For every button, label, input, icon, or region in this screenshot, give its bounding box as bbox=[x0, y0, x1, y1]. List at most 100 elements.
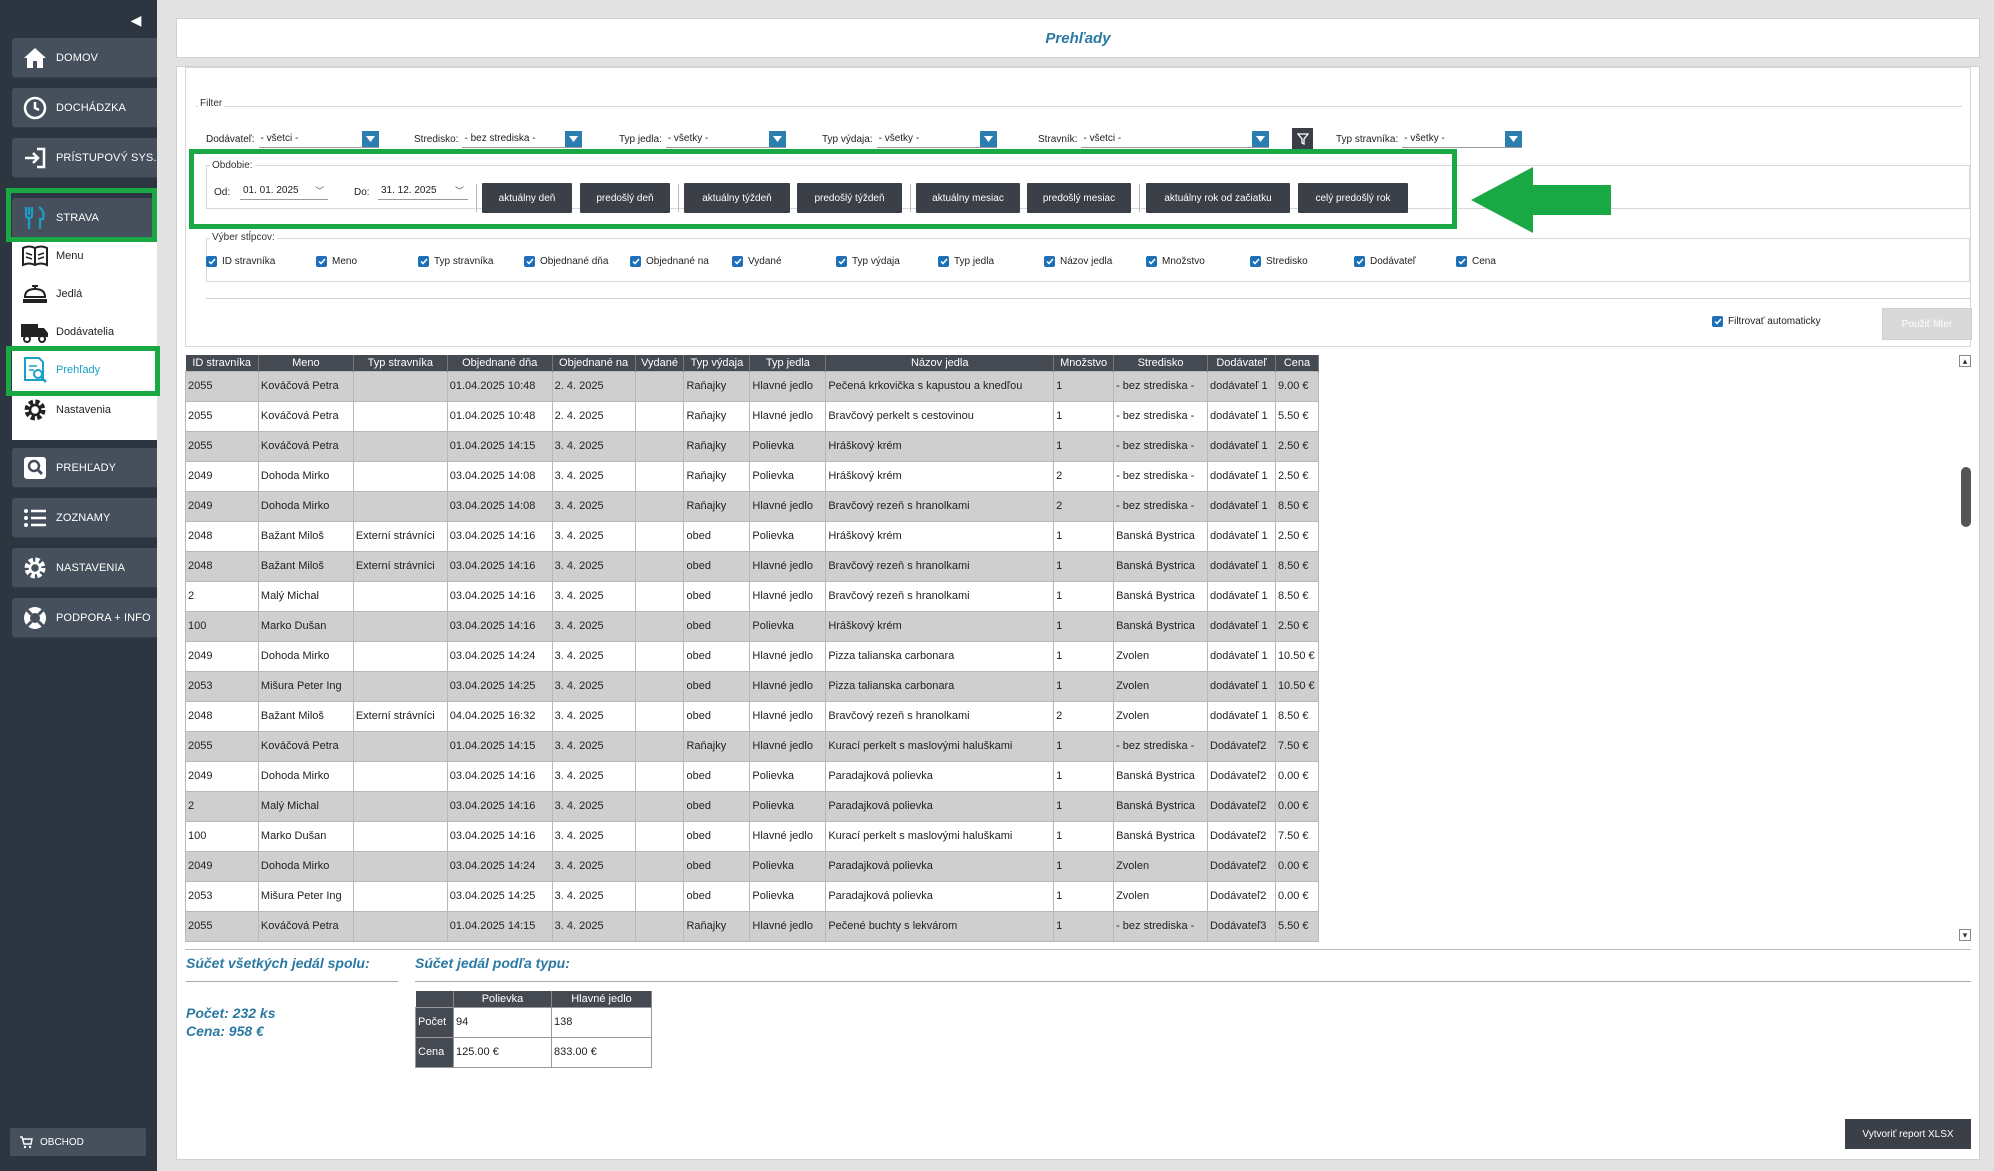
sub-item-prehlady[interactable]: Prehľady bbox=[12, 354, 157, 386]
column-checkbox[interactable]: Typ jedla bbox=[938, 256, 994, 267]
current-day-button[interactable]: aktuálny deň bbox=[482, 183, 572, 213]
nav-pristupovy-sys[interactable]: PRÍSTUPOVÝ SYS. bbox=[12, 138, 157, 178]
table-cell: obed bbox=[683, 760, 751, 792]
chevron-down-icon[interactable] bbox=[1252, 130, 1270, 147]
scrollbar-thumb[interactable] bbox=[1961, 467, 1971, 527]
table-row[interactable]: 2055 Kováčová Petra 01.04.2025 14:15 3. 4. … bbox=[185, 910, 1319, 942]
table-row[interactable]: 2049 Dohoda Mirko 03.04.2025 14:16 3. 4. 20… bbox=[185, 760, 1319, 792]
chevron-down-icon[interactable] bbox=[1505, 130, 1523, 147]
supplier-select[interactable]: - všetci - bbox=[258, 130, 379, 148]
table-row[interactable]: 2048 Bažant Miloš Externí strávníci 03.04.2… bbox=[185, 520, 1319, 552]
apply-filter-button[interactable]: Použiť filter bbox=[1882, 308, 1972, 340]
funnel-icon[interactable] bbox=[1292, 128, 1313, 149]
sub-item-jedla[interactable]: Jedlá bbox=[12, 278, 157, 310]
table-row[interactable]: 2053 Mišura Peter Ing 03.04.2025 14:25 3. 4… bbox=[185, 670, 1319, 702]
nav-podpora-info[interactable]: PODPORA + INFO bbox=[12, 598, 157, 638]
table-row[interactable]: 2049 Dohoda Mirko 03.04.2025 14:24 3. 4. 20… bbox=[185, 640, 1319, 672]
nav-domov[interactable]: DOMOV bbox=[12, 38, 157, 78]
chevron-down-icon[interactable]: ﹀ bbox=[315, 182, 324, 200]
table-row[interactable]: 2 Malý Michal 03.04.2025 14:16 3. 4. 2025 ob… bbox=[185, 580, 1319, 612]
current-year-to-date-button[interactable]: aktuálny rok od začiatku bbox=[1146, 183, 1290, 213]
column-header[interactable]: Typ výdaja bbox=[683, 355, 751, 371]
table-cell: 2053 bbox=[185, 670, 259, 702]
chevron-down-icon[interactable] bbox=[565, 130, 583, 147]
column-checkbox[interactable]: Objednané dňa bbox=[524, 256, 608, 267]
column-header[interactable]: Dodávateľ bbox=[1207, 355, 1276, 371]
meal-type-select[interactable]: - všetky - bbox=[665, 130, 786, 148]
nav-dochadzka[interactable]: DOCHÁDZKA bbox=[12, 88, 157, 128]
table-cell: Hlavné jedlo bbox=[749, 670, 827, 702]
nav-nastavenia[interactable]: NASTAVENIA bbox=[12, 548, 157, 588]
select-value: - všetci - bbox=[1083, 132, 1122, 144]
scroll-up-icon[interactable]: ▴ bbox=[1959, 355, 1971, 367]
collapse-sidebar-icon[interactable]: ◀ bbox=[128, 12, 144, 28]
table-row[interactable]: 2 Malý Michal 03.04.2025 14:16 3. 4. 2025 ob… bbox=[185, 790, 1319, 822]
login-icon bbox=[22, 145, 48, 171]
scroll-down-icon[interactable]: ▾ bbox=[1959, 929, 1971, 941]
column-header[interactable]: Typ jedla bbox=[749, 355, 827, 371]
filter-label: Dodávateľ: bbox=[206, 133, 255, 145]
issue-type-select[interactable]: - všetky - bbox=[876, 130, 997, 148]
column-header[interactable]: Názov jedla bbox=[825, 355, 1055, 371]
sub-item-nastavenia[interactable]: Nastavenia bbox=[12, 394, 157, 426]
previous-week-button[interactable]: predošlý týždeň bbox=[797, 183, 902, 213]
diner-select[interactable]: - všetci - bbox=[1081, 130, 1270, 148]
chevron-down-icon[interactable] bbox=[768, 130, 786, 147]
date-to-input[interactable]: 31. 12. 2025 ﹀ bbox=[378, 182, 468, 200]
previous-year-button[interactable]: celý predošlý rok bbox=[1298, 183, 1408, 213]
table-row[interactable]: 2055 Kováčová Petra 01.04.2025 14:15 3. 4. … bbox=[185, 430, 1319, 462]
column-checkbox[interactable]: ID stravníka bbox=[206, 256, 275, 267]
previous-month-button[interactable]: predošlý mesiac bbox=[1027, 183, 1131, 213]
column-checkbox[interactable]: Množstvo bbox=[1146, 256, 1205, 267]
column-checkbox[interactable]: Typ stravníka bbox=[418, 256, 493, 267]
column-checkbox[interactable]: Typ výdaja bbox=[836, 256, 900, 267]
sub-item-menu[interactable]: Menu bbox=[12, 240, 157, 272]
nav-prehlady[interactable]: PREHĽADY bbox=[12, 448, 157, 488]
column-checkbox[interactable]: Cena bbox=[1456, 256, 1496, 267]
table-row[interactable]: 2049 Dohoda Mirko 03.04.2025 14:08 3. 4. 20… bbox=[185, 460, 1319, 492]
table-row[interactable]: 2048 Bažant Miloš Externí strávníci 03.04.2… bbox=[185, 550, 1319, 582]
center-select[interactable]: - bez strediska - bbox=[462, 130, 583, 148]
clock-icon bbox=[22, 95, 48, 121]
column-checkbox[interactable]: Dodávateľ bbox=[1354, 256, 1416, 267]
table-cell bbox=[634, 730, 685, 762]
table-row[interactable]: 2055 Kováčová Petra 01.04.2025 10:48 2. 4. … bbox=[185, 370, 1319, 402]
date-from-input[interactable]: 01. 01. 2025 ﹀ bbox=[240, 182, 328, 200]
table-row[interactable]: 2048 Bažant Miloš Externí strávníci 04.04.2… bbox=[185, 700, 1319, 732]
column-header[interactable]: ID stravníka bbox=[185, 355, 259, 371]
auto-filter-checkbox[interactable]: Filtrovať automaticky bbox=[1712, 316, 1821, 327]
column-header[interactable]: Množstvo bbox=[1053, 355, 1115, 371]
shop-button[interactable]: OBCHOD bbox=[10, 1128, 146, 1156]
previous-day-button[interactable]: predošlý deň bbox=[580, 183, 670, 213]
table-row[interactable]: 2049 Dohoda Mirko 03.04.2025 14:08 3. 4. 20… bbox=[185, 490, 1319, 522]
current-month-button[interactable]: aktuálny mesiac bbox=[916, 183, 1020, 213]
diner-type-select[interactable]: - všetky - bbox=[1402, 130, 1523, 148]
current-week-button[interactable]: aktuálny týždeň bbox=[684, 183, 790, 213]
column-header[interactable]: Objednané na bbox=[552, 355, 636, 371]
nav-strava[interactable]: STRAVA bbox=[12, 198, 157, 238]
nav-zoznamy[interactable]: ZOZNAMY bbox=[12, 498, 157, 538]
column-header[interactable]: Typ stravníka bbox=[353, 355, 448, 371]
chevron-down-icon[interactable] bbox=[361, 130, 379, 147]
column-header[interactable]: Vydané bbox=[635, 355, 685, 371]
chevron-down-icon[interactable]: ﹀ bbox=[455, 182, 464, 200]
table-row[interactable]: 2055 Kováčová Petra 01.04.2025 14:15 3. 4. … bbox=[185, 730, 1319, 762]
column-checkbox[interactable]: Meno bbox=[316, 256, 357, 267]
table-row[interactable]: 100 Marko Dušan 03.04.2025 14:16 3. 4. 2025… bbox=[185, 820, 1319, 852]
table-row[interactable]: 2053 Mišura Peter Ing 03.04.2025 14:25 3. 4… bbox=[185, 880, 1319, 912]
table-row[interactable]: 100 Marko Dušan 03.04.2025 14:16 3. 4. 2025… bbox=[185, 610, 1319, 642]
column-checkbox[interactable]: Vydané bbox=[732, 256, 782, 267]
column-header[interactable]: Stredisko bbox=[1113, 355, 1208, 371]
chevron-down-icon[interactable] bbox=[979, 130, 997, 147]
column-header[interactable]: Cena bbox=[1275, 355, 1319, 371]
column-header[interactable]: Meno bbox=[258, 355, 354, 371]
table-row[interactable]: 2049 Dohoda Mirko 03.04.2025 14:24 3. 4. 20… bbox=[185, 850, 1319, 882]
column-checkbox[interactable]: Stredisko bbox=[1250, 256, 1308, 267]
table-row[interactable]: 2055 Kováčová Petra 01.04.2025 10:48 2. 4. … bbox=[185, 400, 1319, 432]
sub-item-dodavatelia[interactable]: Dodávatelia bbox=[12, 316, 157, 348]
column-checkbox[interactable]: Objednané na bbox=[630, 256, 709, 267]
export-xlsx-button[interactable]: Vytvoriť report XLSX bbox=[1845, 1119, 1971, 1149]
column-header[interactable]: Objednané dňa bbox=[447, 355, 553, 371]
column-checkbox[interactable]: Názov jedla bbox=[1044, 256, 1112, 267]
table-cell: 03.04.2025 14:25 bbox=[446, 880, 553, 912]
